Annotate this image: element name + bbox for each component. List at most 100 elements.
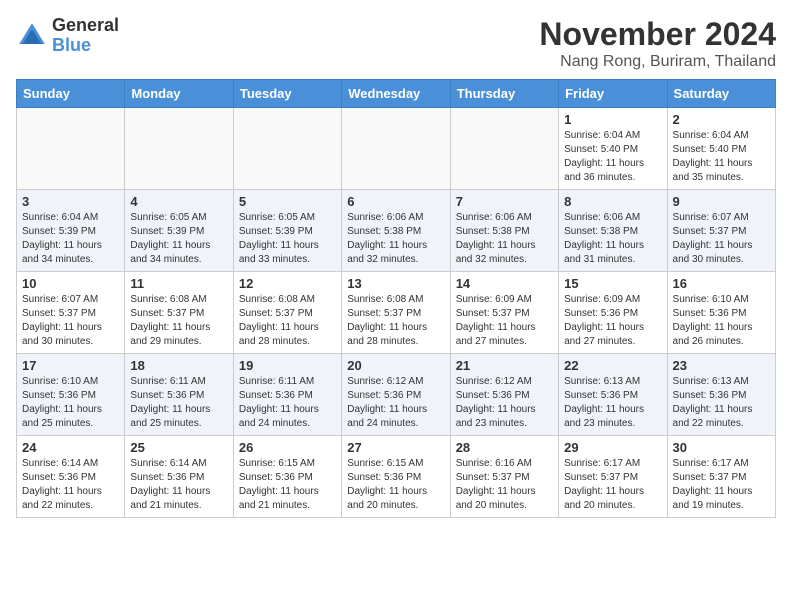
- logo-general: General: [52, 16, 119, 36]
- day-number: 22: [564, 358, 661, 373]
- day-info: Sunrise: 6:08 AM Sunset: 5:37 PM Dayligh…: [239, 293, 336, 349]
- calendar-cell: 28 Sunrise: 6:16 AM Sunset: 5:37 PM Dayli…: [450, 436, 558, 518]
- calendar-cell: 19 Sunrise: 6:11 AM Sunset: 5:36 PM Dayli…: [233, 354, 341, 436]
- day-info: Sunrise: 6:15 AM Sunset: 5:36 PM Dayligh…: [239, 457, 336, 513]
- day-info: Sunrise: 6:13 AM Sunset: 5:36 PM Dayligh…: [564, 375, 661, 431]
- day-info: Sunrise: 6:17 AM Sunset: 5:37 PM Dayligh…: [673, 457, 770, 513]
- day-number: 14: [456, 276, 553, 291]
- calendar-cell: [233, 108, 341, 190]
- day-number: 10: [22, 276, 119, 291]
- day-number: 7: [456, 194, 553, 209]
- day-number: 27: [347, 440, 444, 455]
- calendar-cell: [17, 108, 125, 190]
- calendar-week-row: 10 Sunrise: 6:07 AM Sunset: 5:37 PM Dayli…: [17, 272, 776, 354]
- day-number: 24: [22, 440, 119, 455]
- calendar-cell: [125, 108, 233, 190]
- weekday-header-thursday: Thursday: [450, 80, 558, 108]
- calendar-cell: 15 Sunrise: 6:09 AM Sunset: 5:36 PM Dayli…: [559, 272, 667, 354]
- calendar-cell: 3Sunrise: 6:04 AM Sunset: 5:39 PM Daylig…: [17, 190, 125, 272]
- calendar-cell: [342, 108, 450, 190]
- weekday-header-saturday: Saturday: [667, 80, 775, 108]
- day-number: 19: [239, 358, 336, 373]
- calendar-week-row: 17Sunrise: 6:10 AM Sunset: 5:36 PM Dayli…: [17, 354, 776, 436]
- calendar-header-row: SundayMondayTuesdayWednesdayThursdayFrid…: [17, 80, 776, 108]
- calendar-cell: [450, 108, 558, 190]
- calendar-cell: 16 Sunrise: 6:10 AM Sunset: 5:36 PM Dayli…: [667, 272, 775, 354]
- day-info: Sunrise: 6:10 AM Sunset: 5:36 PM Dayligh…: [673, 293, 770, 349]
- day-info: Sunrise: 6:17 AM Sunset: 5:37 PM Dayligh…: [564, 457, 661, 513]
- calendar-cell: 11 Sunrise: 6:08 AM Sunset: 5:37 PM Dayli…: [125, 272, 233, 354]
- day-info: Sunrise: 6:14 AM Sunset: 5:36 PM Dayligh…: [22, 457, 119, 513]
- day-number: 29: [564, 440, 661, 455]
- day-number: 6: [347, 194, 444, 209]
- weekday-header-friday: Friday: [559, 80, 667, 108]
- weekday-header-wednesday: Wednesday: [342, 80, 450, 108]
- calendar-cell: 27 Sunrise: 6:15 AM Sunset: 5:36 PM Dayli…: [342, 436, 450, 518]
- day-info: Sunrise: 6:06 AM Sunset: 5:38 PM Dayligh…: [564, 211, 661, 267]
- calendar-cell: 29 Sunrise: 6:17 AM Sunset: 5:37 PM Dayli…: [559, 436, 667, 518]
- weekday-header-monday: Monday: [125, 80, 233, 108]
- day-info: Sunrise: 6:12 AM Sunset: 5:36 PM Dayligh…: [347, 375, 444, 431]
- day-info: Sunrise: 6:04 AM Sunset: 5:40 PM Dayligh…: [673, 129, 770, 185]
- day-info: Sunrise: 6:04 AM Sunset: 5:40 PM Dayligh…: [564, 129, 661, 185]
- day-number: 20: [347, 358, 444, 373]
- day-number: 25: [130, 440, 227, 455]
- day-info: Sunrise: 6:08 AM Sunset: 5:37 PM Dayligh…: [130, 293, 227, 349]
- day-info: Sunrise: 6:16 AM Sunset: 5:37 PM Dayligh…: [456, 457, 553, 513]
- day-number: 23: [673, 358, 770, 373]
- calendar-cell: 30 Sunrise: 6:17 AM Sunset: 5:37 PM Dayli…: [667, 436, 775, 518]
- month-title: November 2024: [539, 16, 776, 53]
- day-info: Sunrise: 6:11 AM Sunset: 5:36 PM Dayligh…: [239, 375, 336, 431]
- calendar-cell: 26 Sunrise: 6:15 AM Sunset: 5:36 PM Dayli…: [233, 436, 341, 518]
- calendar: SundayMondayTuesdayWednesdayThursdayFrid…: [16, 79, 776, 518]
- logo-blue: Blue: [52, 36, 119, 56]
- calendar-cell: 5Sunrise: 6:05 AM Sunset: 5:39 PM Daylig…: [233, 190, 341, 272]
- day-number: 2: [673, 112, 770, 127]
- calendar-cell: 8 Sunrise: 6:06 AM Sunset: 5:38 PM Daylig…: [559, 190, 667, 272]
- day-info: Sunrise: 6:13 AM Sunset: 5:36 PM Dayligh…: [673, 375, 770, 431]
- title-block: November 2024 Nang Rong, Buriram, Thaila…: [539, 16, 776, 71]
- day-number: 30: [673, 440, 770, 455]
- location-title: Nang Rong, Buriram, Thailand: [539, 53, 776, 71]
- calendar-cell: 22 Sunrise: 6:13 AM Sunset: 5:36 PM Dayli…: [559, 354, 667, 436]
- calendar-cell: 4 Sunrise: 6:05 AM Sunset: 5:39 PM Daylig…: [125, 190, 233, 272]
- day-number: 8: [564, 194, 661, 209]
- day-number: 5: [239, 194, 336, 209]
- day-info: Sunrise: 6:06 AM Sunset: 5:38 PM Dayligh…: [347, 211, 444, 267]
- day-number: 3: [22, 194, 119, 209]
- day-info: Sunrise: 6:05 AM Sunset: 5:39 PM Dayligh…: [130, 211, 227, 267]
- calendar-week-row: 3Sunrise: 6:04 AM Sunset: 5:39 PM Daylig…: [17, 190, 776, 272]
- calendar-cell: 6 Sunrise: 6:06 AM Sunset: 5:38 PM Daylig…: [342, 190, 450, 272]
- day-number: 16: [673, 276, 770, 291]
- day-info: Sunrise: 6:09 AM Sunset: 5:36 PM Dayligh…: [564, 293, 661, 349]
- calendar-cell: 2 Sunrise: 6:04 AM Sunset: 5:40 PM Daylig…: [667, 108, 775, 190]
- calendar-cell: 18Sunrise: 6:11 AM Sunset: 5:36 PM Dayli…: [125, 354, 233, 436]
- weekday-header-sunday: Sunday: [17, 80, 125, 108]
- day-number: 9: [673, 194, 770, 209]
- day-number: 18: [130, 358, 227, 373]
- calendar-cell: 24 Sunrise: 6:14 AM Sunset: 5:36 PM Dayli…: [17, 436, 125, 518]
- calendar-cell: 7Sunrise: 6:06 AM Sunset: 5:38 PM Daylig…: [450, 190, 558, 272]
- day-number: 11: [130, 276, 227, 291]
- day-number: 13: [347, 276, 444, 291]
- calendar-cell: 1 Sunrise: 6:04 AM Sunset: 5:40 PM Daylig…: [559, 108, 667, 190]
- calendar-cell: 9Sunrise: 6:07 AM Sunset: 5:37 PM Daylig…: [667, 190, 775, 272]
- day-number: 17: [22, 358, 119, 373]
- day-info: Sunrise: 6:14 AM Sunset: 5:36 PM Dayligh…: [130, 457, 227, 513]
- header: General Blue November 2024 Nang Rong, Bu…: [16, 16, 776, 71]
- day-info: Sunrise: 6:15 AM Sunset: 5:36 PM Dayligh…: [347, 457, 444, 513]
- day-info: Sunrise: 6:08 AM Sunset: 5:37 PM Dayligh…: [347, 293, 444, 349]
- logo-icon: [16, 20, 48, 52]
- day-number: 1: [564, 112, 661, 127]
- calendar-cell: 12Sunrise: 6:08 AM Sunset: 5:37 PM Dayli…: [233, 272, 341, 354]
- day-info: Sunrise: 6:07 AM Sunset: 5:37 PM Dayligh…: [22, 293, 119, 349]
- calendar-cell: 21Sunrise: 6:12 AM Sunset: 5:36 PM Dayli…: [450, 354, 558, 436]
- day-number: 4: [130, 194, 227, 209]
- day-info: Sunrise: 6:09 AM Sunset: 5:37 PM Dayligh…: [456, 293, 553, 349]
- day-info: Sunrise: 6:12 AM Sunset: 5:36 PM Dayligh…: [456, 375, 553, 431]
- day-number: 28: [456, 440, 553, 455]
- day-number: 15: [564, 276, 661, 291]
- calendar-cell: 17Sunrise: 6:10 AM Sunset: 5:36 PM Dayli…: [17, 354, 125, 436]
- day-number: 26: [239, 440, 336, 455]
- calendar-cell: 23 Sunrise: 6:13 AM Sunset: 5:36 PM Dayli…: [667, 354, 775, 436]
